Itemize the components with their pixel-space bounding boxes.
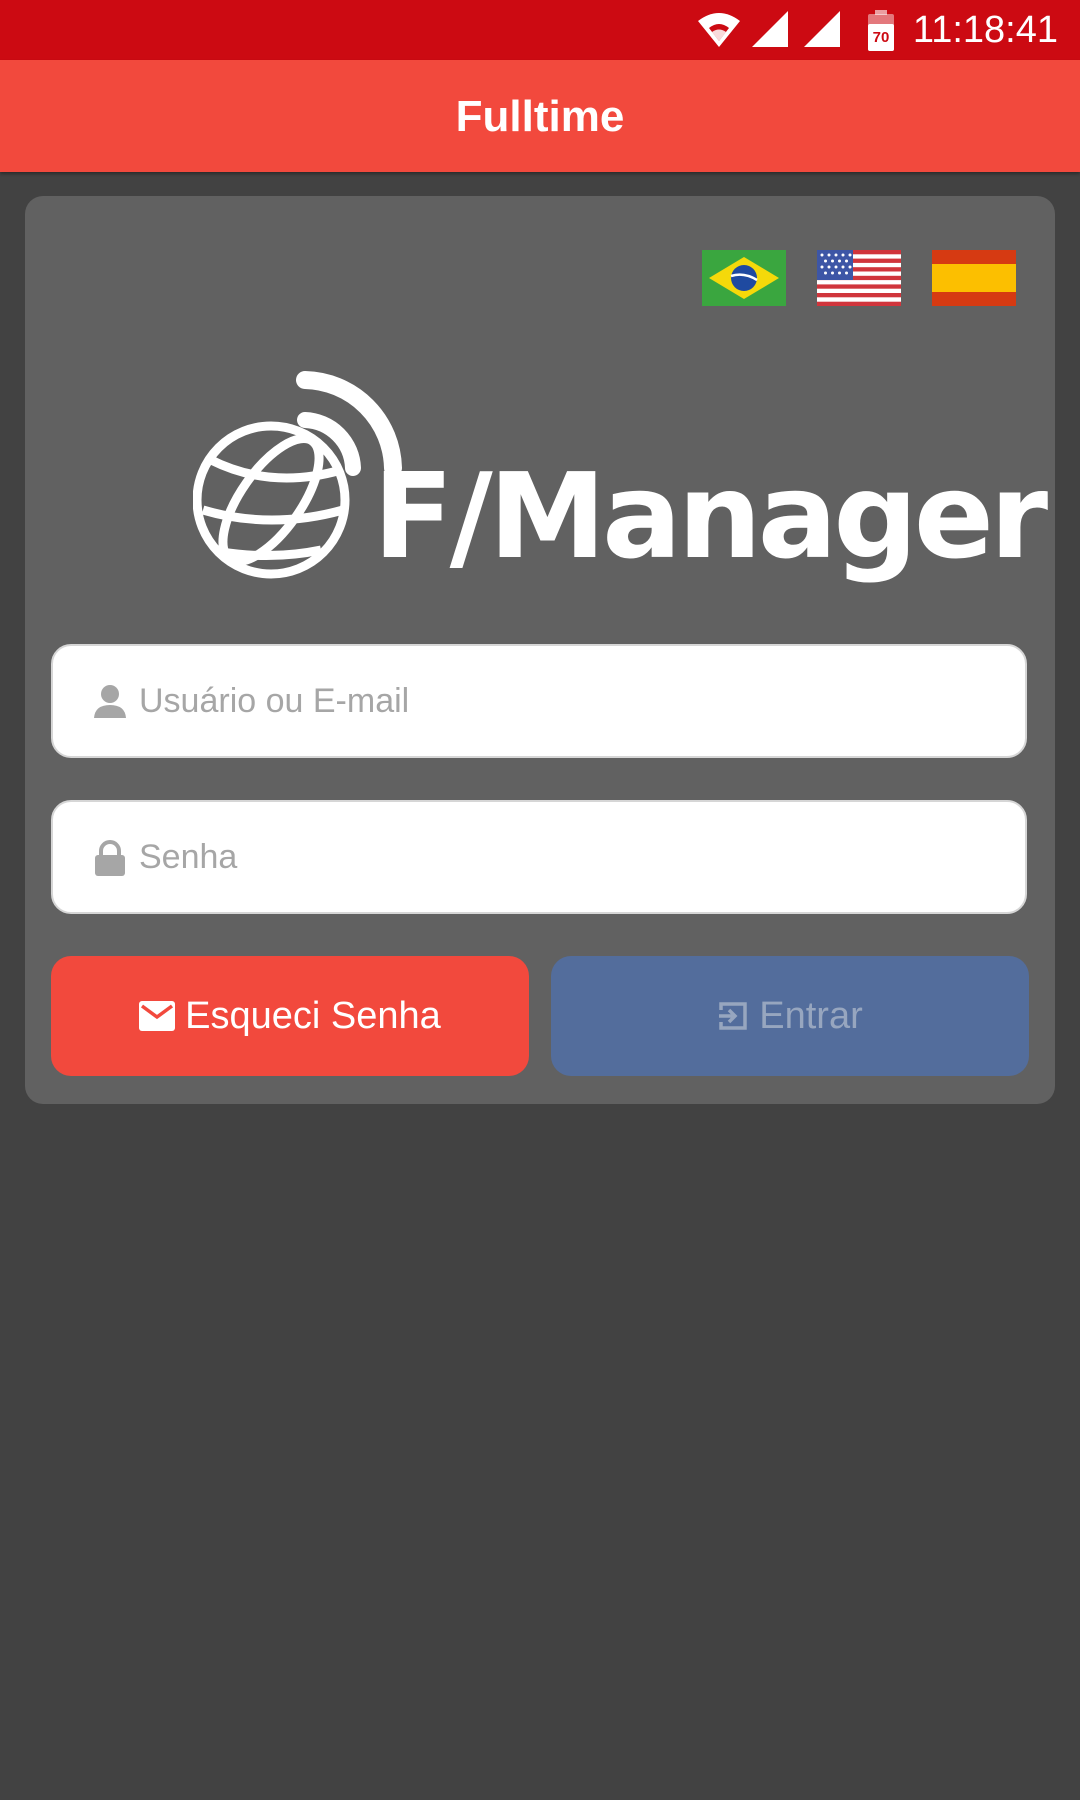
spain-flag-icon[interactable] — [932, 250, 1016, 306]
status-time: 11:18:41 — [912, 9, 1058, 51]
status-bar: 70 11:18:41 — [0, 0, 1080, 60]
forgot-password-label: Esqueci Senha — [185, 994, 441, 1037]
enter-button[interactable]: Entrar — [551, 956, 1029, 1076]
app-title: Fulltime — [455, 92, 625, 141]
signal-icon — [804, 11, 840, 47]
password-input[interactable] — [139, 802, 999, 912]
login-card: F/Manager Esqueci Senha Entrar — [25, 196, 1055, 1104]
lock-icon — [95, 840, 125, 876]
app-bar: Fulltime — [0, 60, 1080, 172]
user-icon — [94, 685, 126, 718]
logo-text: F/Manager — [373, 447, 1048, 585]
enter-label: Entrar — [759, 994, 863, 1037]
username-field[interactable] — [51, 644, 1027, 758]
brazil-flag-icon[interactable] — [702, 250, 786, 306]
username-input[interactable] — [139, 646, 999, 756]
battery-icon: 70 — [868, 10, 894, 51]
login-icon — [719, 1002, 747, 1030]
forgot-password-button[interactable]: Esqueci Senha — [51, 956, 529, 1076]
wifi-icon — [698, 13, 740, 47]
battery-level: 70 — [873, 29, 890, 46]
signal-icon — [752, 11, 788, 47]
usa-flag-icon[interactable] — [817, 250, 901, 306]
password-field[interactable] — [51, 800, 1027, 914]
mail-icon — [139, 1001, 176, 1031]
